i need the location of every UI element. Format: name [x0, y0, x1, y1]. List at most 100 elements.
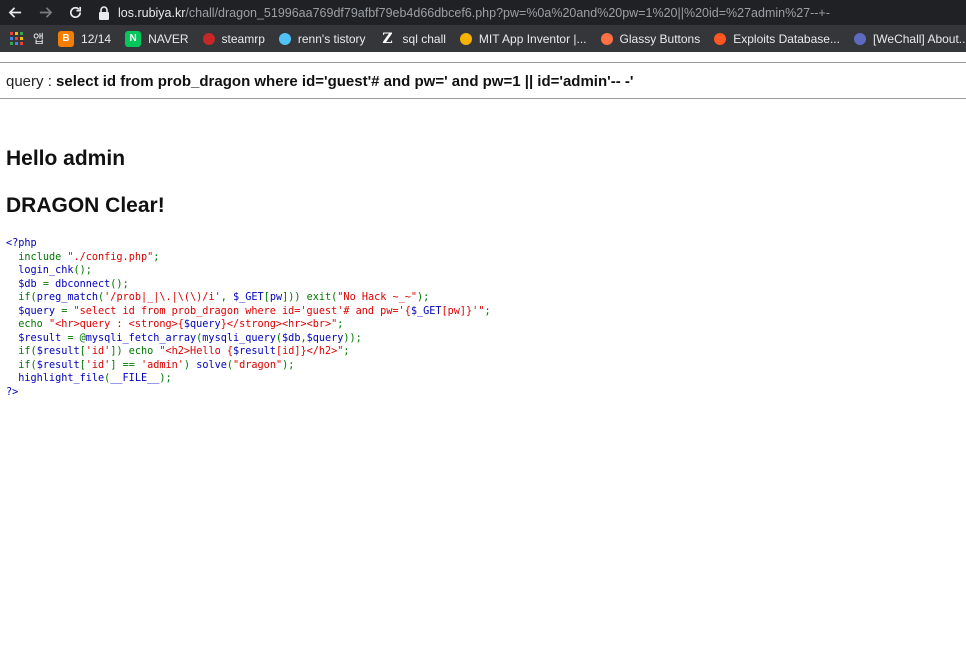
reload-icon	[69, 6, 81, 18]
bookmark-item[interactable]: B 12/14	[52, 25, 119, 52]
lock-icon	[99, 5, 109, 20]
code-token: $query	[6, 305, 62, 317]
wechall-icon	[853, 32, 866, 45]
code-token: "./config.php"	[67, 251, 154, 263]
code-token: "No Hack ~_~"	[337, 292, 418, 303]
code-token: <?php	[6, 238, 37, 249]
back-button[interactable]	[0, 0, 30, 25]
code-token: ();	[73, 265, 92, 276]
bookmark-item[interactable]: Zsql chall	[374, 25, 454, 52]
code-token: highlight_file	[6, 373, 105, 384]
code-token: }'"	[466, 305, 485, 317]
hello-heading: Hello admin	[6, 147, 126, 170]
bookmark-item[interactable]: 앱	[27, 25, 52, 52]
code-line: include "./config.php";	[6, 251, 491, 265]
code-token: );	[282, 359, 295, 371]
code-line: highlight_file(__FILE__);	[6, 372, 491, 386]
code-line: <?php	[6, 237, 491, 251]
bookmark-label: NAVER	[148, 31, 189, 46]
code-token: $_GET	[233, 292, 264, 303]
browser-toolbar: los.rubiya.kr/chall/dragon_51996aa769df7…	[0, 0, 966, 25]
page-content: query : select id from prob_dragon where…	[0, 52, 966, 658]
code-token: }</strong><hr><br>"	[220, 319, 338, 330]
bookmark-item[interactable]: MIT App Inventor |...	[454, 25, 595, 52]
code-token: "dragon"	[233, 359, 283, 371]
code-token: ;	[337, 319, 344, 330]
naver-icon: N	[125, 30, 142, 47]
bookmark-label: Exploits Database...	[733, 31, 840, 46]
code-token: = @	[67, 332, 86, 344]
bookmark-item[interactable]: steamrp	[197, 25, 273, 52]
code-line: ?>	[6, 386, 491, 400]
divider-bottom	[0, 98, 966, 99]
code-line: $db = dbconnect();	[6, 278, 491, 292]
source-code: <?php include "./config.php"; login_chk(…	[6, 237, 491, 399]
bookmark-item[interactable]: [WeChall] About...	[848, 25, 966, 52]
code-token: dbconnect	[55, 278, 111, 290]
code-line: if($result['id']) echo "<h2>Hello {$resu…	[6, 345, 491, 359]
code-token: $query	[306, 332, 344, 344]
code-token: mysqli_query	[202, 332, 276, 344]
code-token: ] ==	[110, 359, 141, 371]
code-token: ;	[484, 305, 491, 317]
code-token: );	[159, 373, 172, 384]
exploitdb-icon	[714, 32, 727, 45]
bookmark-label: [WeChall] About...	[872, 31, 966, 46]
query-line: query : select id from prob_dragon where…	[6, 73, 633, 90]
bookmark-label: 앱	[33, 32, 45, 46]
code-token: $result	[36, 346, 80, 357]
reload-button[interactable]	[60, 0, 90, 25]
glassy-icon	[600, 32, 613, 45]
code-token: $_GET	[410, 305, 442, 317]
code-token: if(	[18, 346, 37, 357]
code-token: 'admin'	[140, 359, 184, 371]
bookmark-label: sql chall	[402, 31, 446, 46]
code-token: "<h2>Hello {	[159, 346, 233, 357]
code-token: include	[18, 251, 68, 263]
forward-button[interactable]	[30, 0, 60, 25]
code-token: $result	[6, 332, 68, 344]
url-host: los.rubiya.kr	[118, 5, 186, 20]
code-token: solve	[196, 359, 227, 371]
code-token: ])) exit(	[282, 292, 338, 303]
bookmark-item[interactable]: Glassy Buttons	[595, 25, 709, 52]
code-token: echo	[18, 319, 49, 330]
code-token: pw	[269, 292, 283, 303]
clear-heading: DRAGON Clear!	[6, 194, 165, 217]
apps-grid-icon[interactable]	[10, 31, 23, 46]
code-token: '/prob|_|\.|\(\)/i'	[104, 292, 221, 303]
bookmark-item[interactable]: renn's tistory	[273, 25, 374, 52]
url-path: /chall/dragon_51996aa769df79afbf79eb4d66…	[185, 5, 830, 20]
code-line: if($result['id'] == 'admin') solve("drag…	[6, 359, 491, 373]
code-token: $result	[233, 346, 276, 357]
bookmark-label: 12/14	[81, 31, 112, 46]
code-token: ;	[343, 346, 350, 357]
back-arrow-icon	[8, 7, 21, 18]
code-token: ]) echo	[110, 346, 160, 357]
code-token: $db	[6, 278, 43, 290]
code-token: mysqli_fetch_array	[85, 332, 197, 344]
code-token: ));	[343, 332, 362, 344]
bookmark-label: MIT App Inventor |...	[478, 31, 587, 46]
code-token: "<hr>query : <strong>{	[48, 319, 184, 330]
bookmark-item[interactable]: N NAVER	[119, 25, 196, 52]
code-token: $query	[183, 319, 221, 330]
bookmark-item[interactable]: Exploits Database...	[708, 25, 848, 52]
code-token: preg_match	[36, 292, 99, 303]
code-token: 'id'	[85, 346, 111, 357]
code-token: =	[61, 305, 74, 317]
code-token: "select id from prob_dragon where id='gu…	[73, 305, 411, 317]
code-token: );	[417, 292, 430, 303]
code-token: 'id'	[85, 359, 111, 371]
z-icon: Z	[382, 30, 393, 47]
code-token: __FILE__	[110, 373, 160, 384]
forward-arrow-icon	[39, 7, 52, 18]
query-value: select id from prob_dragon where id='gue…	[56, 73, 634, 90]
query-label: query :	[6, 73, 57, 90]
address-bar[interactable]: los.rubiya.kr/chall/dragon_51996aa769df7…	[98, 0, 830, 25]
